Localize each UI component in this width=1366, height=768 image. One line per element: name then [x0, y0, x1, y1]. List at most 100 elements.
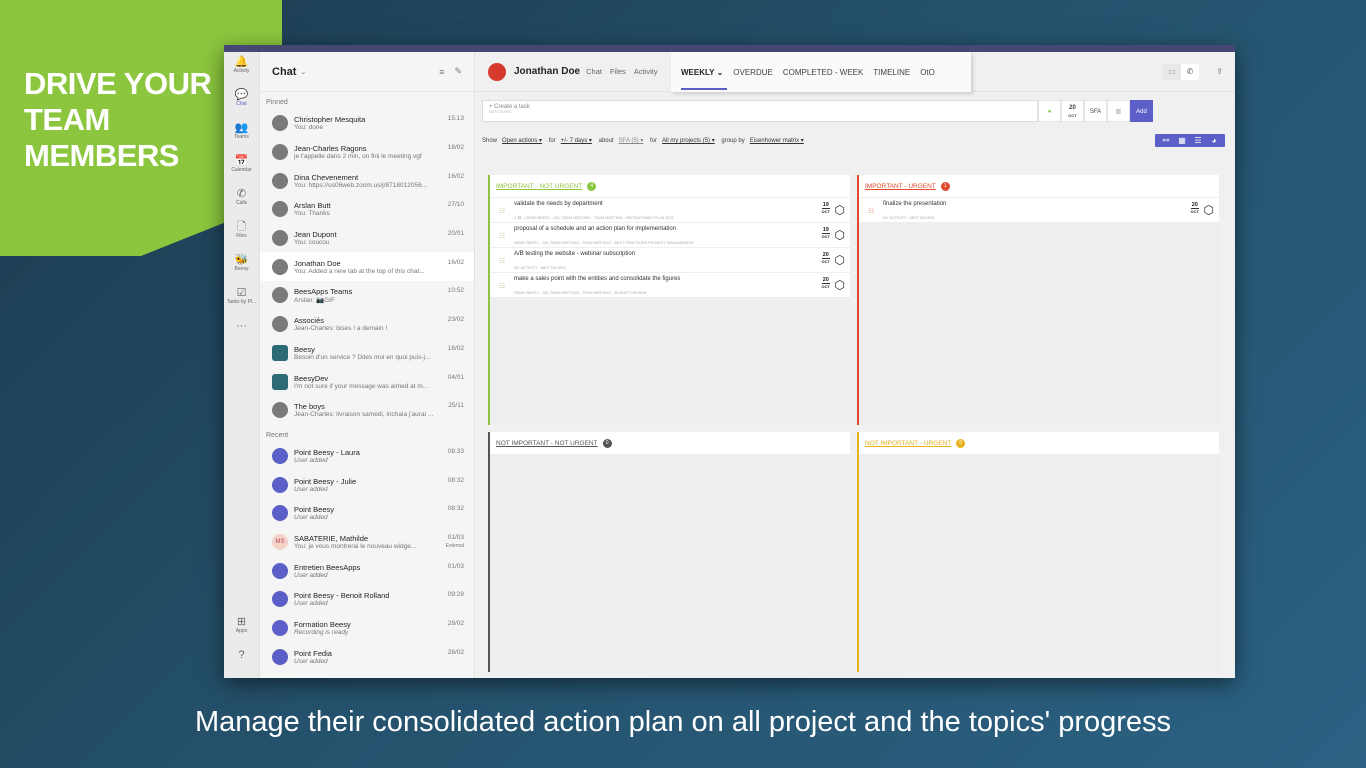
task-item[interactable]: ☷ validate the needs by department 1 ⛓ - D… [490, 198, 850, 222]
share-icon[interactable]: ⇪ [1216, 67, 1223, 76]
rail-item-calls[interactable]: ✆ Calls [224, 184, 259, 217]
filter-group[interactable]: Eisenhower matrix ▾ [750, 138, 804, 144]
chevron-down-icon[interactable]: ⌄ [300, 68, 306, 76]
chat-item[interactable]: BeesApps Teams 10:52 Arslan: 📷GIF [260, 281, 474, 310]
task-title: finalize the presentation [883, 201, 947, 207]
chat-item[interactable]: Jean Dupont 20/01 You: coucou [260, 224, 474, 253]
rail-item-help[interactable]: ? [224, 645, 259, 678]
tab-activity[interactable]: Activity [634, 67, 658, 76]
filter-owner[interactable]: SFA (5) ▾ [619, 138, 644, 144]
chat-item[interactable]: Christopher Mesquita 15:13 You: done [260, 109, 474, 138]
filter-status[interactable]: Open actions ▾ [502, 138, 542, 144]
rail-item-apps[interactable]: ⊞ Apps [224, 612, 259, 645]
chat-item[interactable]: Associés 23/02 Jean-Charles: bises ! a de… [260, 310, 474, 339]
new-chat-icon[interactable]: ✎ [454, 66, 462, 77]
tab-oto[interactable]: OtO [920, 68, 935, 77]
chat-item[interactable]: Point Beesy - Julie 08:32 User added [260, 470, 474, 499]
task-item[interactable]: ☷ proposal of a schedule and an action pl… [490, 223, 850, 247]
beesy-icon: 🐝 [234, 254, 249, 266]
chat-preview: Arslan: 📷GIF [294, 296, 335, 304]
quadrant-header[interactable]: IMPORTANT - NOT URGENT 4 [490, 175, 850, 197]
chat-item[interactable]: MS SABATERIE, Mathilde 01/03 You: je vous… [260, 528, 474, 557]
pinned-section[interactable]: Pinned [260, 92, 474, 109]
add-button[interactable]: Add [1130, 100, 1153, 122]
tab-timeline[interactable]: TIMELINE [873, 68, 910, 77]
quadrant-header[interactable]: NOT IMPORTANT - NOT URGENT 0 [490, 432, 850, 454]
chat-time: 04/01 [447, 373, 464, 381]
chat-item[interactable]: Entretien BeesApps 01/03 User added [260, 556, 474, 585]
chat-title[interactable]: Chat [272, 66, 296, 78]
chat-item[interactable]: Jonathan Doe 16/02 You: Added a new tab a… [260, 252, 474, 282]
chat-item[interactable]: BeesyDev 04/01 I'm not sure if your messa… [260, 367, 474, 396]
contact-name: Jonathan Doe [514, 66, 581, 77]
matrix-icon[interactable]: ▥ [1107, 100, 1130, 122]
filter-icon[interactable]: ≡ [439, 67, 444, 77]
rail-label: Beesy [234, 266, 249, 272]
chat-item[interactable]: Point Beesy - Laura 08:33 User added [260, 442, 474, 471]
chat-item[interactable]: The boys 25/11 Jean-Charles: livraison sa… [260, 396, 474, 425]
task-item[interactable]: ☷ A/B testing the website - webinar subsc… [490, 248, 850, 272]
rail-item-more[interactable]: ··· [224, 316, 259, 349]
status-hexagon-icon[interactable]: ⬡ [835, 229, 845, 241]
due-date[interactable]: 19 OCT [821, 202, 830, 215]
tab-overdue[interactable]: OVERDUE [733, 68, 773, 77]
filter-period[interactable]: +/- 7 days ▾ [561, 138, 592, 144]
quadrant-header[interactable]: NOT IMPORTANT - URGENT 0 [859, 432, 1219, 454]
status-hexagon-icon[interactable]: ⬡ [835, 279, 845, 291]
priority-icon[interactable]: ● [1038, 100, 1061, 122]
chat-item[interactable]: Jean-Charles Ragons 18/02 je t'appelle da… [260, 138, 474, 167]
chat-item[interactable]: Point Fedia 28/02 User added [260, 642, 474, 671]
video-call-icon[interactable]: ▭ [1163, 64, 1181, 80]
tab-files[interactable]: Files [610, 67, 626, 76]
rail-item-calendar[interactable]: 📅 Calendar [224, 151, 259, 184]
avatar [272, 115, 288, 132]
chat-item[interactable]: Point Beesy - Benoit Rolland 09:28 User a… [260, 585, 474, 614]
grid-icon[interactable]: ▦ [1174, 136, 1190, 145]
status-hexagon-icon[interactable]: ⬡ [835, 254, 845, 266]
rail-label: Calendar [231, 167, 252, 173]
chat-time: 18/02 [447, 144, 464, 152]
task-item[interactable]: ☷ make a sales point with the entities an… [490, 273, 850, 297]
recent-section[interactable]: Recent [260, 425, 474, 442]
avatar [488, 62, 506, 81]
chat-preview: You: Added a new tab at the top of this … [294, 267, 425, 275]
chat-item[interactable]: Dina Chevenement 16/02 You: https://us06w… [260, 166, 474, 195]
create-task-input[interactable]: + Create a task MES TÂCHES [482, 100, 1038, 122]
chat-preview: User added [294, 657, 328, 665]
date-picker[interactable]: 20 OCT [1061, 100, 1084, 122]
chat-item[interactable]: Formation Beesy 28/02 Recording is ready [260, 614, 474, 643]
chat-preview: Besoin d'un service ? Dites moi en quoi … [294, 353, 431, 361]
rail-item-activity[interactable]: 🔔 Activity [224, 52, 259, 85]
avatar [272, 287, 288, 304]
status-hexagon-icon[interactable]: ⬡ [835, 204, 845, 216]
quadrant-header[interactable]: IMPORTANT - URGENT 1 [859, 175, 1219, 197]
due-date[interactable]: 20 OCT [1190, 202, 1199, 215]
rail-item-tasks-by-pl-[interactable]: ☑ Tasks by Pl... [224, 283, 259, 316]
rail-item-chat[interactable]: 💬 Chat [224, 85, 259, 118]
status-hexagon-icon[interactable]: ⬡ [1204, 204, 1214, 216]
tab-chat[interactable]: Chat [586, 67, 602, 76]
tab-completed-week[interactable]: COMPLETED - WEEK [783, 68, 863, 77]
chat-time: 08:32 [447, 505, 464, 513]
chart-icon[interactable]: ◕ [1206, 136, 1222, 145]
tab-weekly[interactable]: WEEKLY ⌄ [681, 68, 728, 90]
filter-projects[interactable]: All my projects (5) ▾ [662, 138, 715, 144]
due-date[interactable]: 19 OCT [821, 227, 830, 240]
chat-item[interactable]: Arslan Butt 27/10 You: Thanks [260, 195, 474, 224]
task-icon: ☷ [868, 208, 875, 215]
quadrant-title: IMPORTANT - URGENT [865, 182, 936, 190]
rail-item-files[interactable]: 🗋 Files [224, 217, 259, 250]
rail-item-beesy[interactable]: 🐝 Beesy [224, 250, 259, 283]
rail-item-teams[interactable]: 👥 Teams [224, 118, 259, 151]
chat-item[interactable]: Point Beesy 08:32 User added [260, 499, 474, 528]
owner-button[interactable]: SFA [1084, 100, 1107, 122]
rail-label: Chat [236, 101, 247, 107]
chat-item[interactable]: Beesy 18/02 Besoin d'un service ? Dites m… [260, 339, 474, 368]
link-icon[interactable]: ⚯ [1158, 136, 1174, 145]
chat-name: Beesy [294, 344, 315, 354]
phone-icon[interactable]: ✆ [1181, 64, 1199, 80]
due-date[interactable]: 20 OCT [821, 277, 830, 290]
list-icon[interactable]: ☰ [1190, 136, 1206, 145]
task-item[interactable]: ☷ finalize the presentation MY ACTIVITY - … [859, 198, 1219, 222]
due-date[interactable]: 20 OCT [821, 252, 830, 265]
